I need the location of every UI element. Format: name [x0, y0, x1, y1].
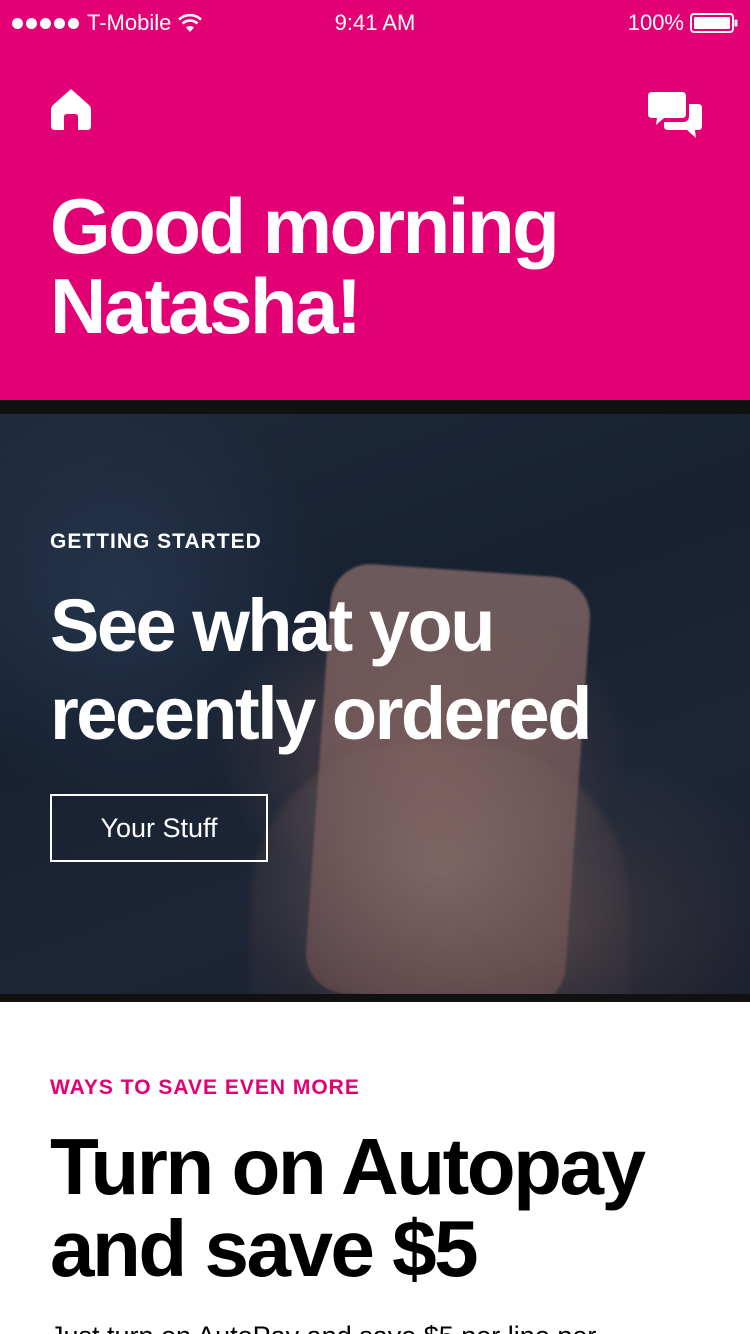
battery-percentage: 100% — [627, 10, 684, 35]
header: T-Mobile 9:41 AM 100% Good morning Natas… — [0, 0, 750, 400]
your-stuff-button[interactable]: Your Stuff — [50, 794, 268, 862]
hero-eyebrow: GETTING STARTED — [50, 530, 262, 553]
status-bar: T-Mobile 9:41 AM 100% — [0, 0, 750, 44]
card-title: Turn on Autopay and save $5 — [50, 1122, 646, 1293]
getting-started-hero: GETTING STARTED See what you recently or… — [0, 414, 750, 994]
card-body: Just turn on AutoPay and save $5 per lin… — [50, 1318, 710, 1334]
greeting-title: Good morning Natasha! — [50, 182, 560, 350]
status-right: 100% — [628, 10, 738, 36]
divider-top — [0, 400, 750, 414]
card-eyebrow: WAYS TO SAVE EVEN MORE — [50, 1076, 360, 1099]
divider-bottom — [0, 994, 750, 1002]
battery-icon — [690, 13, 738, 33]
home-icon[interactable] — [50, 86, 92, 132]
autopay-card[interactable]: WAYS TO SAVE EVEN MORE Turn on Autopay a… — [0, 1002, 750, 1334]
hero-title: See what you recently ordered — [50, 584, 592, 755]
chat-icon[interactable] — [648, 90, 702, 140]
